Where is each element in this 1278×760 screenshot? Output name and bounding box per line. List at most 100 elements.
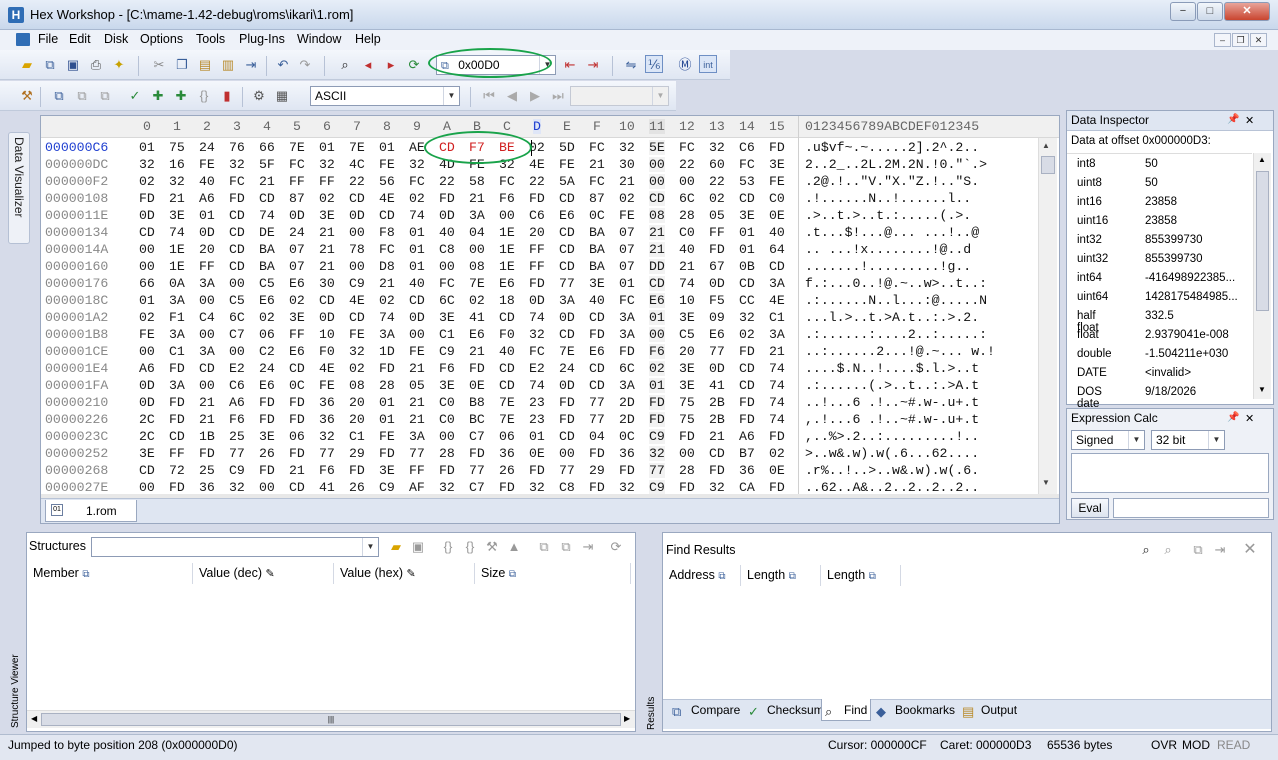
hex-byte[interactable]: 0D	[199, 225, 215, 240]
hex-byte[interactable]: FD	[559, 395, 575, 410]
hex-byte[interactable]: FD	[469, 446, 485, 461]
hex-byte[interactable]: 32	[619, 140, 635, 155]
hex-byte[interactable]: F0	[499, 327, 515, 342]
hex-byte[interactable]: 3A	[559, 293, 575, 308]
ascii-text[interactable]: ,..%>.2..:.........!..	[805, 429, 979, 444]
ascii-text[interactable]: .:......:....2..:.....:	[805, 327, 987, 342]
results-sidetab[interactable]: Results	[646, 690, 662, 730]
hex-byte[interactable]: 28	[379, 378, 395, 393]
hex-byte[interactable]: 0D	[409, 310, 425, 325]
row-offset[interactable]: 0000011E	[45, 208, 108, 223]
first-record-icon[interactable]: ⏮	[480, 87, 498, 105]
hex-byte[interactable]: 5A	[559, 174, 575, 189]
hex-byte[interactable]: 32	[349, 344, 365, 359]
hex-byte[interactable]: 05	[709, 208, 725, 223]
close-icon[interactable]: ✕	[1241, 541, 1259, 559]
hex-byte[interactable]: FD	[379, 361, 395, 376]
hex-byte[interactable]: 2C	[139, 412, 155, 427]
hex-byte[interactable]: 78	[349, 242, 365, 257]
hex-byte[interactable]: 32	[709, 480, 725, 495]
hex-byte[interactable]: 02	[289, 293, 305, 308]
hex-byte[interactable]: FD	[649, 412, 665, 427]
hex-byte[interactable]: 02	[409, 191, 425, 206]
hex-byte[interactable]: 2D	[619, 412, 635, 427]
hex-byte[interactable]: D8	[379, 259, 395, 274]
row-offset[interactable]: 00000252	[45, 446, 108, 461]
mdi-restore-button[interactable]: ❐	[1232, 33, 1249, 47]
hex-byte[interactable]: 75	[679, 395, 695, 410]
hex-byte[interactable]: CD	[559, 225, 575, 240]
hex-byte[interactable]: 2D	[619, 395, 635, 410]
hex-byte[interactable]: 7E	[559, 344, 575, 359]
print-icon[interactable]: ⎙	[87, 56, 105, 74]
hex-byte[interactable]: 02	[259, 310, 275, 325]
ascii-text[interactable]: .. ...!x........!@..d	[805, 242, 971, 257]
hex-byte[interactable]: 32	[649, 446, 665, 461]
hex-byte[interactable]: 0D	[139, 378, 155, 393]
hex-byte[interactable]: 32	[169, 174, 185, 189]
hex-byte[interactable]: CD	[739, 378, 755, 393]
hex-byte[interactable]: C1	[769, 310, 785, 325]
operation-icon[interactable]: ⚒	[18, 87, 36, 105]
hex-byte[interactable]: 75	[679, 412, 695, 427]
hex-byte[interactable]: 2B	[709, 395, 725, 410]
hex-byte[interactable]: 40	[679, 242, 695, 257]
hex-byte[interactable]: 16	[169, 157, 185, 172]
hex-byte[interactable]: FD	[229, 191, 245, 206]
hex-byte[interactable]: 06	[289, 429, 305, 444]
hex-byte[interactable]: FC	[589, 140, 605, 155]
hex-byte[interactable]: FF	[709, 225, 725, 240]
scroll-thumb[interactable]	[1041, 156, 1055, 174]
hex-byte[interactable]: 02	[379, 293, 395, 308]
hex-byte[interactable]: 3E	[289, 310, 305, 325]
hex-byte[interactable]: FD	[529, 463, 545, 478]
hex-byte[interactable]: 0C	[619, 429, 635, 444]
hex-byte[interactable]: 32	[709, 140, 725, 155]
hex-byte[interactable]: F6	[319, 463, 335, 478]
hex-byte[interactable]: FD	[589, 327, 605, 342]
hex-byte[interactable]: 24	[259, 361, 275, 376]
hex-byte[interactable]: FC	[379, 242, 395, 257]
hex-byte[interactable]: 22	[709, 174, 725, 189]
hex-byte[interactable]: CD	[169, 429, 185, 444]
hex-byte[interactable]: E6	[589, 344, 605, 359]
hex-byte[interactable]: 02	[739, 327, 755, 342]
hex-byte[interactable]: 28	[439, 446, 455, 461]
hex-byte[interactable]: 02	[139, 310, 155, 325]
tab-checksum[interactable]: ✓ Checksum	[745, 699, 824, 721]
hex-byte[interactable]: FC	[589, 174, 605, 189]
hex-byte[interactable]: 5D	[559, 140, 575, 155]
hex-byte[interactable]: 20	[529, 225, 545, 240]
ascii-text[interactable]: >..w&.w).w(.6...62....	[805, 446, 979, 461]
hex-byte[interactable]: FD	[529, 191, 545, 206]
properties-icon[interactable]: ✦	[110, 56, 128, 74]
hex-byte[interactable]: F6	[649, 344, 665, 359]
hex-byte[interactable]: 00	[499, 208, 515, 223]
row-offset[interactable]: 000000C6	[45, 140, 108, 155]
paste-icon[interactable]: ⧉	[557, 538, 575, 556]
hex-byte[interactable]: 00	[229, 276, 245, 291]
chevron-down-icon[interactable]: ▼	[652, 87, 668, 105]
row-offset[interactable]: 00000108	[45, 191, 108, 206]
hex-byte[interactable]: 74	[409, 208, 425, 223]
hex-byte[interactable]: CD	[559, 429, 575, 444]
menu-options[interactable]: Options	[140, 32, 183, 46]
fill-icon[interactable]: ⧉	[96, 87, 114, 105]
close-button[interactable]: ✕	[1224, 2, 1270, 21]
hex-byte[interactable]: C9	[649, 429, 665, 444]
hex-byte[interactable]: C1	[169, 344, 185, 359]
menu-disk[interactable]: Disk	[104, 32, 128, 46]
hex-byte[interactable]: 29	[349, 446, 365, 461]
hex-byte[interactable]: 41	[469, 310, 485, 325]
hex-byte[interactable]: FD	[259, 395, 275, 410]
hex-byte[interactable]: E6	[259, 293, 275, 308]
hex-byte[interactable]: E6	[559, 208, 575, 223]
ascii-text[interactable]: .:......(.>..t..:.>A.t	[805, 378, 979, 393]
hex-byte[interactable]: 0C	[589, 208, 605, 223]
hex-byte[interactable]: 1B	[199, 429, 215, 444]
hex-byte[interactable]: FD	[199, 446, 215, 461]
hex-byte[interactable]: 02	[649, 361, 665, 376]
hex-byte[interactable]: FE	[139, 327, 155, 342]
hex-byte[interactable]: BA	[589, 225, 605, 240]
inspector-scrollbar[interactable]: ▲ ▼	[1253, 153, 1271, 399]
